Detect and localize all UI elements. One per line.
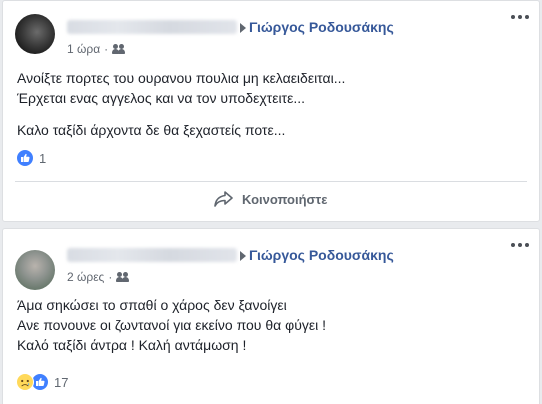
blurred-name [67, 20, 237, 34]
post-timestamp[interactable]: 2 ώρες [67, 270, 104, 284]
friends-icon[interactable] [116, 271, 130, 283]
post-meta: 2 ώρες · [67, 270, 130, 284]
meta-separator: · [104, 42, 109, 56]
author-name-link[interactable]: Γιώργος Ροδουσάκης [249, 19, 394, 35]
post-line: Άμα σηκώσει το σπαθί ο χάρος δεν ξανοίγε… [17, 297, 287, 313]
reactions-summary[interactable]: 1 [16, 149, 46, 167]
like-reaction-icon [16, 149, 34, 167]
post-meta: 1 ώρα · [67, 42, 126, 56]
post-card: Γιώργος Ροδουσάκης 2 ώρες · Άμα σηκώσει … [2, 228, 540, 404]
caret-right-icon [240, 251, 246, 261]
blurred-name [67, 248, 237, 262]
reaction-count: 17 [54, 374, 69, 390]
avatar[interactable] [15, 250, 55, 290]
divider [15, 181, 527, 182]
post-line: Ανοίξτε πορτες του ουρανου πουλια μη κελ… [17, 70, 346, 86]
avatar[interactable] [15, 14, 55, 54]
share-button[interactable]: Κοινοποιήστε [208, 187, 333, 211]
reactions-summary[interactable]: 17 [16, 373, 68, 391]
more-options-icon[interactable] [511, 243, 529, 249]
sad-reaction-icon [16, 373, 34, 391]
post-line: Ανε πονουνε οι ζωντανοί για εκείνο που θ… [17, 317, 326, 333]
post-line: Καλο ταξίδι άρχοντα δε θα ξεχαστείς ποτε… [17, 122, 286, 138]
post-body: Ανοίξτε πορτες του ουρανου πουλια μη κελ… [17, 68, 345, 140]
post-body: Άμα σηκώσει το σπαθί ο χάρος δεν ξανοίγε… [17, 295, 326, 355]
caret-right-icon [240, 23, 246, 33]
more-options-icon[interactable] [511, 15, 529, 21]
post-line: Καλό ταξίδι άντρα ! Καλή αντάμωση ! [17, 337, 247, 353]
post-timestamp[interactable]: 1 ώρα [67, 42, 100, 56]
share-arrow-icon [214, 191, 233, 207]
post-card: Γιώργος Ροδουσάκης 1 ώρα · Ανοίξτε πορτε… [2, 0, 540, 222]
share-label: Κοινοποιήστε [242, 191, 328, 207]
post-line: Έρχεται ενας αγγελος και να τον υποδεχτε… [17, 90, 305, 106]
reaction-count: 1 [39, 150, 47, 166]
author-name-link[interactable]: Γιώργος Ροδουσάκης [249, 247, 394, 263]
friends-icon[interactable] [112, 43, 126, 55]
meta-separator: · [108, 270, 113, 284]
